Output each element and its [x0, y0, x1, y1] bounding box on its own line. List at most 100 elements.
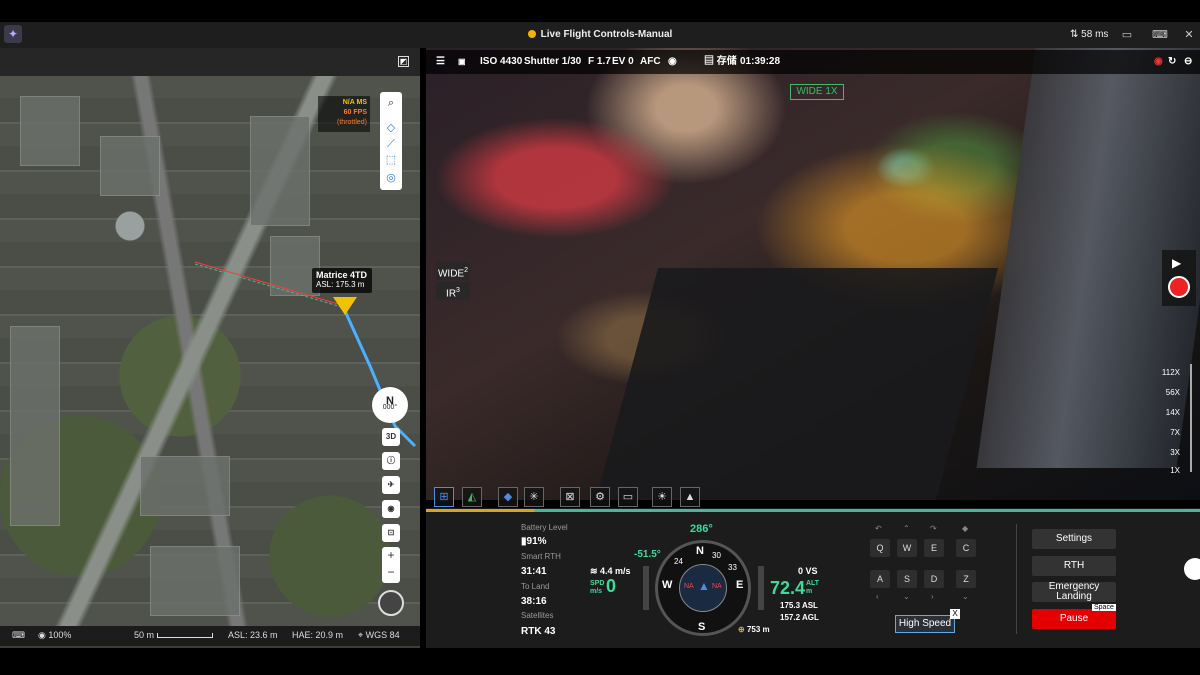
close-icon[interactable]: ✕	[1182, 28, 1196, 42]
zoom-out-button[interactable]: −	[382, 564, 400, 581]
zoom-level[interactable]: 1X	[1170, 466, 1180, 475]
gimbal-pitch: -51.5°	[634, 549, 661, 560]
dial-north: N	[696, 545, 704, 557]
up-icon: ⌃	[903, 524, 910, 533]
map-asl: ASL: 23.6 m	[228, 630, 278, 640]
focus-mode[interactable]: AFC	[640, 50, 661, 74]
locate-icon[interactable]: ◎	[383, 170, 399, 186]
zoom-level[interactable]: 3X	[1170, 448, 1180, 457]
navigate-icon[interactable]: ▲	[680, 487, 700, 507]
settings-button[interactable]: Settings	[1032, 529, 1116, 549]
camera-feed[interactable]	[426, 48, 1200, 500]
keyboard-icon[interactable]: ⌨	[1152, 28, 1168, 42]
waypoint-icon[interactable]: ◆	[498, 487, 518, 507]
zoom-slider[interactable]: 112X 56X 14X 7X 3X 1X	[1158, 364, 1194, 478]
dial-tick: 33	[728, 563, 737, 572]
drone-marker-icon[interactable]	[333, 297, 357, 315]
chat-icon[interactable]	[1184, 558, 1200, 580]
status-dot-icon	[527, 30, 536, 39]
high-speed-shortcut: X	[950, 609, 960, 619]
datum: ⌖ WGS 84	[358, 630, 400, 640]
3d-toggle-button[interactable]: 3D	[382, 428, 400, 446]
map-overlay-icon[interactable]: ◭	[462, 487, 482, 507]
timeline-progress[interactable]	[426, 509, 1200, 512]
shutter-value[interactable]: Shutter 1/30	[524, 50, 581, 74]
lens-wide-shortcut: 2	[464, 267, 468, 274]
aperture-value[interactable]: F 1.7	[588, 50, 611, 74]
search-icon[interactable]: ⌕	[380, 94, 402, 112]
map-hae: HAE: 20.9 m	[292, 630, 344, 640]
video-camera-icon[interactable]: ▶	[1172, 256, 1181, 270]
satellite-map[interactable]	[0, 76, 420, 626]
map-panel[interactable]: ◩	[0, 48, 420, 648]
zoom-in-button[interactable]: +	[382, 547, 400, 564]
gimbal-icon[interactable]: ⚙	[590, 487, 610, 507]
aircraft-heading-icon: ▲	[698, 579, 710, 593]
spotlight-icon[interactable]: ✳	[524, 487, 544, 507]
drone-name: Matrice 4TD	[316, 270, 368, 280]
zoom-level[interactable]: 56X	[1166, 388, 1180, 397]
keyboard-icon[interactable]: ⌨	[12, 630, 25, 641]
record-indicator-icon: ◉	[1154, 56, 1163, 67]
heading-value: 286°	[690, 523, 713, 535]
key-s[interactable]: S	[897, 570, 917, 588]
key-c[interactable]: C	[956, 539, 976, 557]
fit-view-icon[interactable]: ⊡	[382, 524, 400, 542]
brightness-icon[interactable]: ☀	[652, 487, 672, 507]
dial-na-left: NA	[684, 583, 694, 590]
ev-value[interactable]: EV 0	[612, 50, 634, 74]
key-d[interactable]: D	[924, 570, 944, 588]
flight-path	[194, 261, 417, 448]
iso-value[interactable]: ISO 4430	[480, 50, 522, 74]
ping-value: 58 ms	[1081, 29, 1109, 40]
key-w[interactable]: W	[897, 539, 917, 557]
dial-tick: 30	[712, 551, 721, 560]
battery-value: 91%	[526, 536, 547, 547]
network-latency: ⇅ 58 ms	[1070, 29, 1109, 40]
pin-icon[interactable]: ◇	[383, 120, 399, 136]
key-e[interactable]: E	[924, 539, 944, 557]
map-layers-button[interactable]	[378, 590, 404, 616]
info-icon[interactable]: ⓘ	[382, 452, 400, 470]
map-compass[interactable]: N 000°	[372, 387, 408, 423]
scale-bar: 50 m	[134, 630, 213, 640]
record-button[interactable]	[1168, 276, 1190, 298]
high-speed-toggle[interactable]: High Speed	[895, 615, 955, 633]
expand-icon[interactable]: ◩	[398, 56, 409, 67]
fps-text: 60 FPS	[343, 109, 367, 116]
to-land-value: 38:16	[521, 596, 547, 607]
more-icon[interactable]: ⊖	[1184, 50, 1192, 74]
zoom-level[interactable]: 7X	[1170, 428, 1180, 437]
line-tool-icon[interactable]: ⟋	[383, 136, 399, 152]
lens-wide-button[interactable]: WIDE2	[436, 262, 470, 280]
key-q[interactable]: Q	[870, 539, 890, 557]
focus-icon[interactable]: ◉	[668, 50, 677, 74]
aircraft-icon[interactable]: ✈	[382, 476, 400, 494]
lens-ir-shortcut: 3	[456, 287, 460, 294]
pause-button[interactable]: Pause	[1032, 609, 1116, 629]
zoom-level[interactable]: 112X	[1162, 368, 1180, 377]
dial-center: NA NA ▲	[679, 564, 727, 612]
rth-button[interactable]: RTH	[1032, 556, 1116, 576]
speed-value: 0	[606, 576, 617, 596]
key-a[interactable]: A	[870, 570, 890, 588]
settings-sliders-icon[interactable]: ☰	[436, 50, 445, 74]
map-toolbar: ◩	[0, 48, 420, 76]
refresh-icon[interactable]: ↻	[1168, 50, 1176, 74]
zoom-control: + −	[382, 547, 400, 583]
recording-time: 01:39:28	[740, 56, 781, 67]
screen-icon[interactable]: ▭	[618, 487, 638, 507]
camera-mode-icon[interactable]: ▣	[458, 50, 466, 74]
key-z[interactable]: Z	[956, 570, 976, 588]
monitor-icon[interactable]: ▭	[1120, 28, 1134, 42]
dial-west: W	[662, 579, 673, 591]
zoom-level[interactable]: 14X	[1166, 408, 1180, 417]
emergency-landing-button[interactable]: Emergency Landing	[1032, 582, 1116, 602]
ar-icon[interactable]: ⊠	[560, 487, 580, 507]
dial-tick: 24	[674, 557, 683, 566]
lens-ir-button[interactable]: IR3	[436, 282, 470, 300]
grid-icon[interactable]: ⊞	[434, 487, 454, 507]
center-target-icon[interactable]: ◉	[382, 500, 400, 518]
lens-zoom-label: WIDE 1X	[790, 84, 844, 100]
area-tool-icon[interactable]: ⬚	[383, 152, 399, 168]
